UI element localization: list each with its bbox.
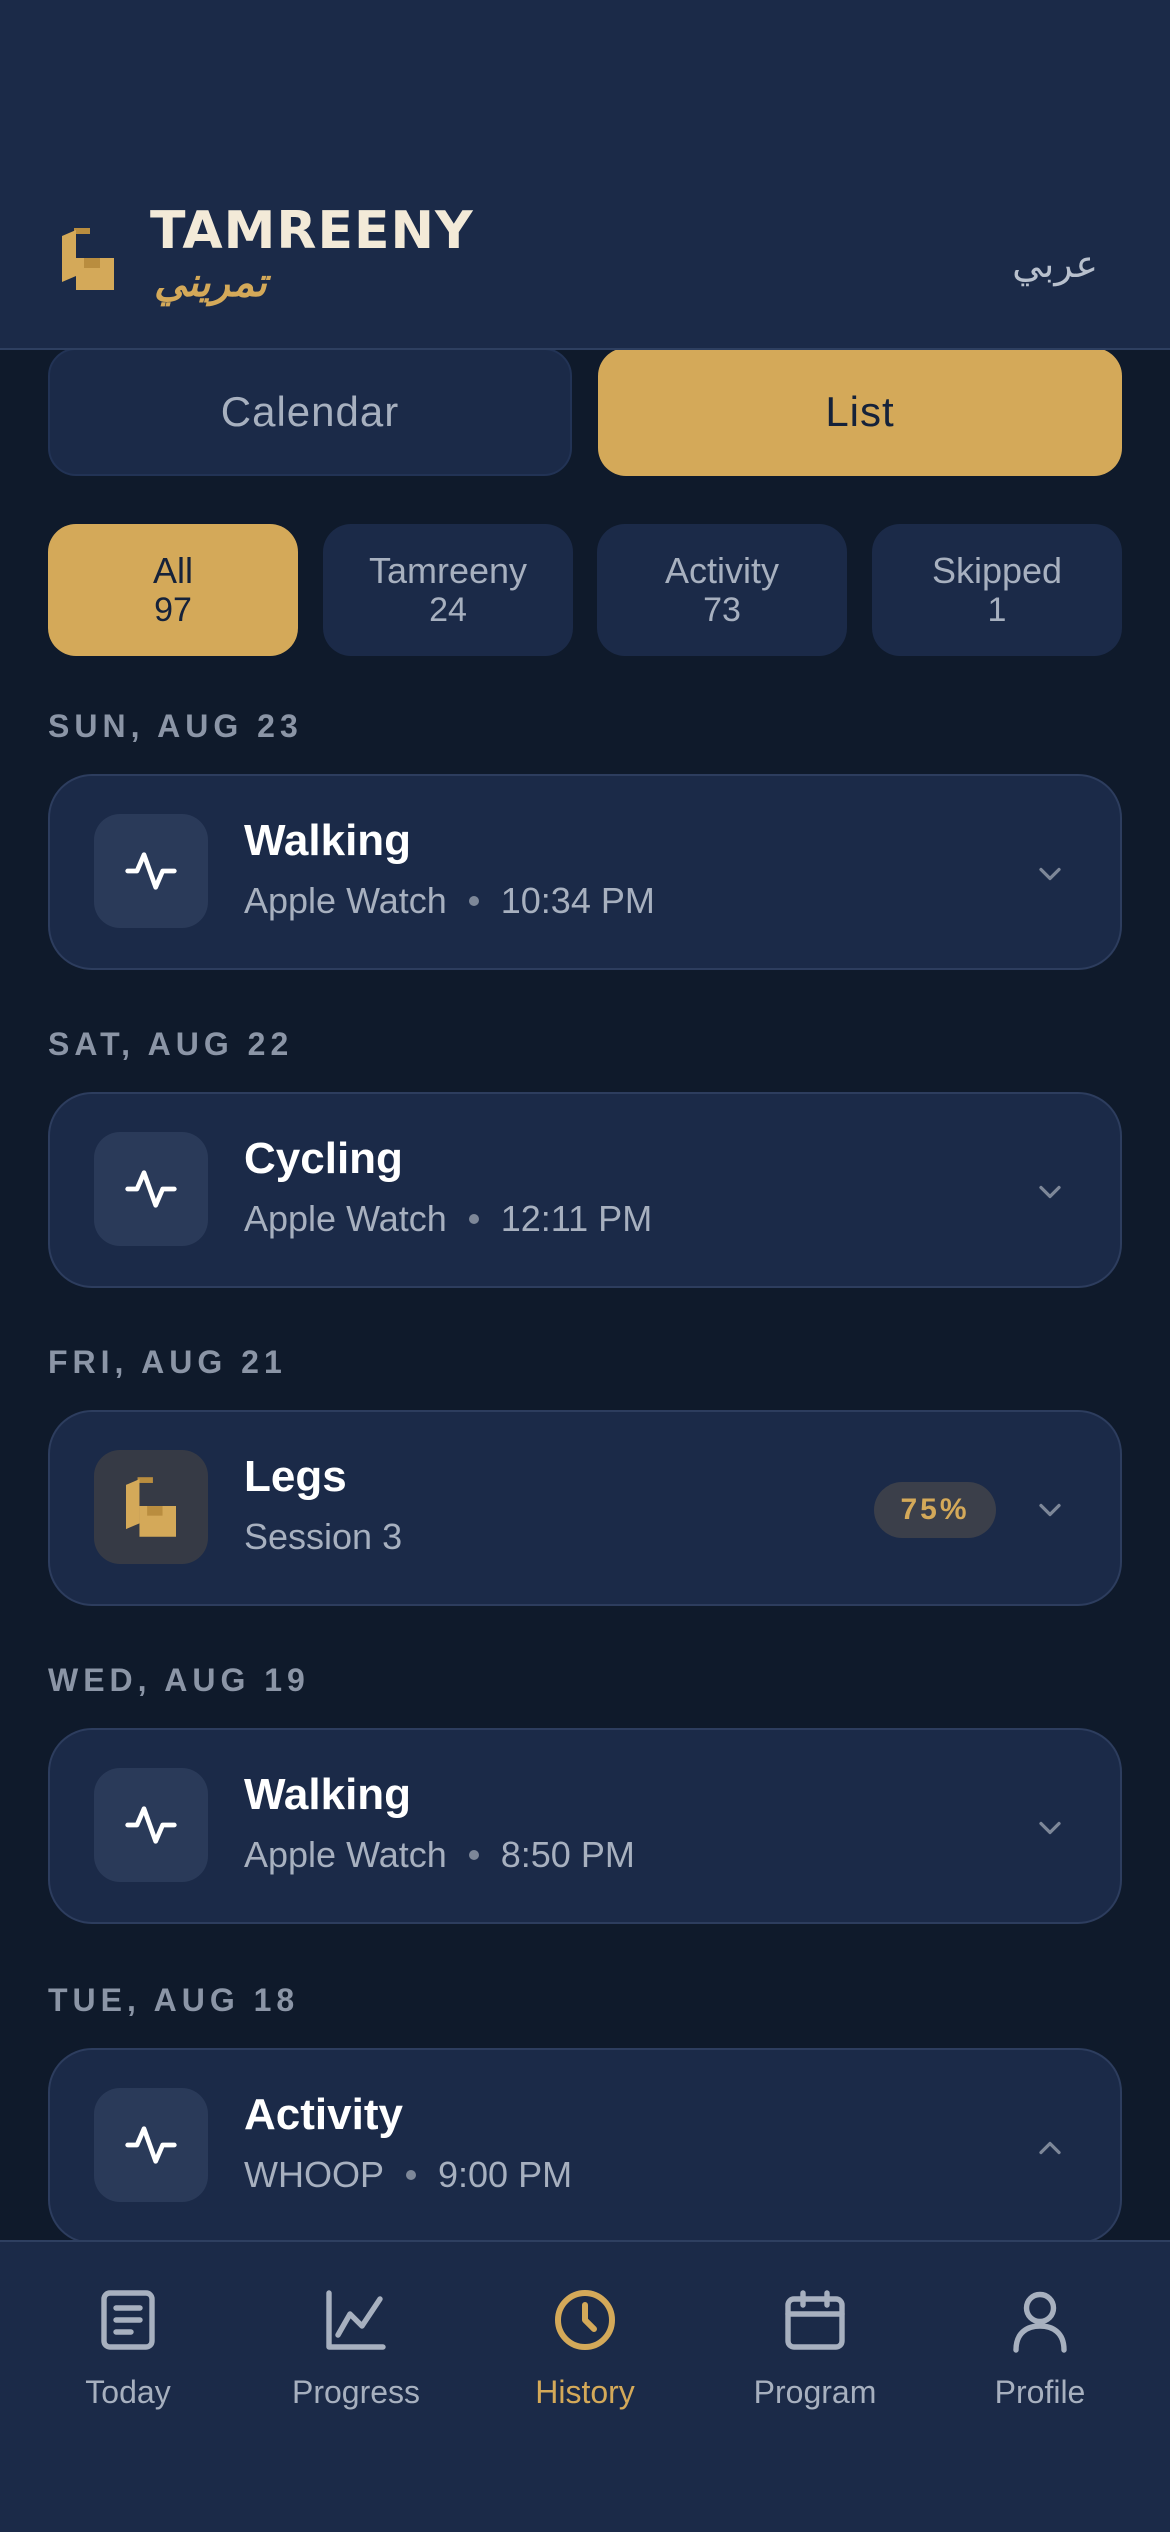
filter-chip-count: 1 (987, 591, 1007, 630)
filter-chips: All 97 Tamreeny 24 Activity 73 Skipped 1 (48, 524, 1122, 656)
calendar-view-button[interactable]: Calendar (48, 348, 572, 476)
nav-label: History (535, 2374, 635, 2410)
user-icon (1013, 2291, 1067, 2353)
separator-dot (468, 1850, 479, 1860)
card-subtitle: Apple Watch 10:34 PM (244, 880, 655, 922)
separator-dot (468, 896, 479, 906)
card-title: Walking (244, 816, 412, 865)
nav-item-program[interactable]: Program (715, 2284, 915, 2411)
filter-chip-tamreeny[interactable]: Tamreeny 24 (323, 524, 573, 656)
card-source: Apple Watch (244, 1834, 447, 1875)
chevron-down-icon[interactable] (1032, 1492, 1068, 1528)
card-time: 8:50 PM (500, 1834, 635, 1875)
card-time: 12:11 PM (500, 1198, 653, 1239)
filter-chip-count: 24 (429, 591, 467, 630)
card-subtitle: Session 3 (244, 1516, 402, 1558)
card-source: WHOOP (244, 2154, 384, 2195)
separator-dot (406, 2170, 416, 2180)
nav-item-progress[interactable]: Progress (256, 2284, 456, 2411)
separator-dot (468, 1214, 479, 1224)
chevron-up-icon[interactable] (1032, 2130, 1068, 2166)
date-header: FRI, AUG 21 (48, 1344, 287, 1380)
tamreeny-logo-icon (94, 1450, 208, 1564)
list-view-button[interactable]: List (598, 348, 1122, 476)
nav-item-today[interactable]: Today (28, 2284, 228, 2411)
filter-chip-skipped[interactable]: Skipped 1 (872, 524, 1122, 656)
chevron-down-icon[interactable] (1032, 856, 1068, 892)
bottom-nav: Today Progress History Program Profile (0, 2240, 1170, 2532)
card-time: 10:34 PM (500, 880, 655, 921)
history-card-legs[interactable]: Legs Session 3 75% (48, 1410, 1122, 1606)
brand-wordmark: TAMREENY تمريني (150, 205, 474, 303)
card-title: Cycling (244, 1134, 403, 1183)
date-header: SAT, AUG 22 (48, 1026, 294, 1062)
card-title: Legs (244, 1452, 347, 1501)
activity-pulse-icon (94, 1132, 208, 1246)
nav-item-history[interactable]: History (485, 2284, 685, 2411)
nav-label: Today (85, 2374, 171, 2410)
language-toggle[interactable]: عربي (1012, 242, 1098, 286)
nav-label: Program (753, 2374, 877, 2410)
filter-chip-label: Tamreeny (368, 549, 528, 591)
activity-pulse-icon (94, 814, 208, 928)
date-header: SUN, AUG 23 (48, 708, 303, 744)
journal-icon (101, 2290, 155, 2350)
view-toggle: Calendar List (48, 348, 1122, 476)
card-time: 9:00 PM (438, 2154, 573, 2195)
history-card-activity[interactable]: Activity WHOOP 9:00 PM (48, 2048, 1122, 2244)
card-source: Apple Watch (244, 1198, 447, 1239)
filter-chip-count: 73 (703, 591, 741, 630)
card-subtitle: WHOOP 9:00 PM (244, 2154, 572, 2196)
nav-label: Profile (994, 2374, 1086, 2410)
filter-chip-label: Activity (664, 549, 779, 591)
clock-icon (555, 2290, 615, 2350)
card-session: Session 3 (244, 1516, 403, 1557)
nav-label: Progress (291, 2374, 421, 2410)
chart-line-icon (326, 2290, 386, 2350)
card-subtitle: Apple Watch 8:50 PM (244, 1834, 635, 1876)
filter-chip-all[interactable]: All 97 (48, 524, 298, 656)
nav-item-profile[interactable]: Profile (940, 2284, 1140, 2411)
tamreeny-logo-icon (62, 228, 114, 290)
history-card-walking[interactable]: Walking Apple Watch 10:34 PM (48, 774, 1122, 970)
completion-badge: 75% (874, 1482, 996, 1538)
date-header: TUE, AUG 18 (48, 1982, 300, 2018)
filter-chip-label: Skipped (931, 549, 1063, 591)
filter-chip-activity[interactable]: Activity 73 (597, 524, 847, 656)
card-title: Activity (244, 2090, 403, 2139)
app-header: TAMREENY تمريني عربي (0, 0, 1170, 350)
chevron-down-icon[interactable] (1032, 1810, 1068, 1846)
calendar-icon (785, 2290, 845, 2350)
history-card-walking[interactable]: Walking Apple Watch 8:50 PM (48, 1728, 1122, 1924)
filter-chip-label: All (152, 549, 193, 591)
chevron-down-icon[interactable] (1032, 1174, 1068, 1210)
card-title: Walking (244, 1770, 412, 1819)
date-header: WED, AUG 19 (48, 1662, 310, 1698)
card-subtitle: Apple Watch 12:11 PM (244, 1198, 652, 1240)
history-card-cycling[interactable]: Cycling Apple Watch 12:11 PM (48, 1092, 1122, 1288)
brand-name-arabic: تمريني (154, 259, 267, 306)
card-source: Apple Watch (244, 880, 447, 921)
brand-name-english: TAMREENY (150, 201, 474, 261)
activity-pulse-icon (94, 2088, 208, 2202)
activity-pulse-icon (94, 1768, 208, 1882)
filter-chip-count: 97 (154, 591, 192, 630)
